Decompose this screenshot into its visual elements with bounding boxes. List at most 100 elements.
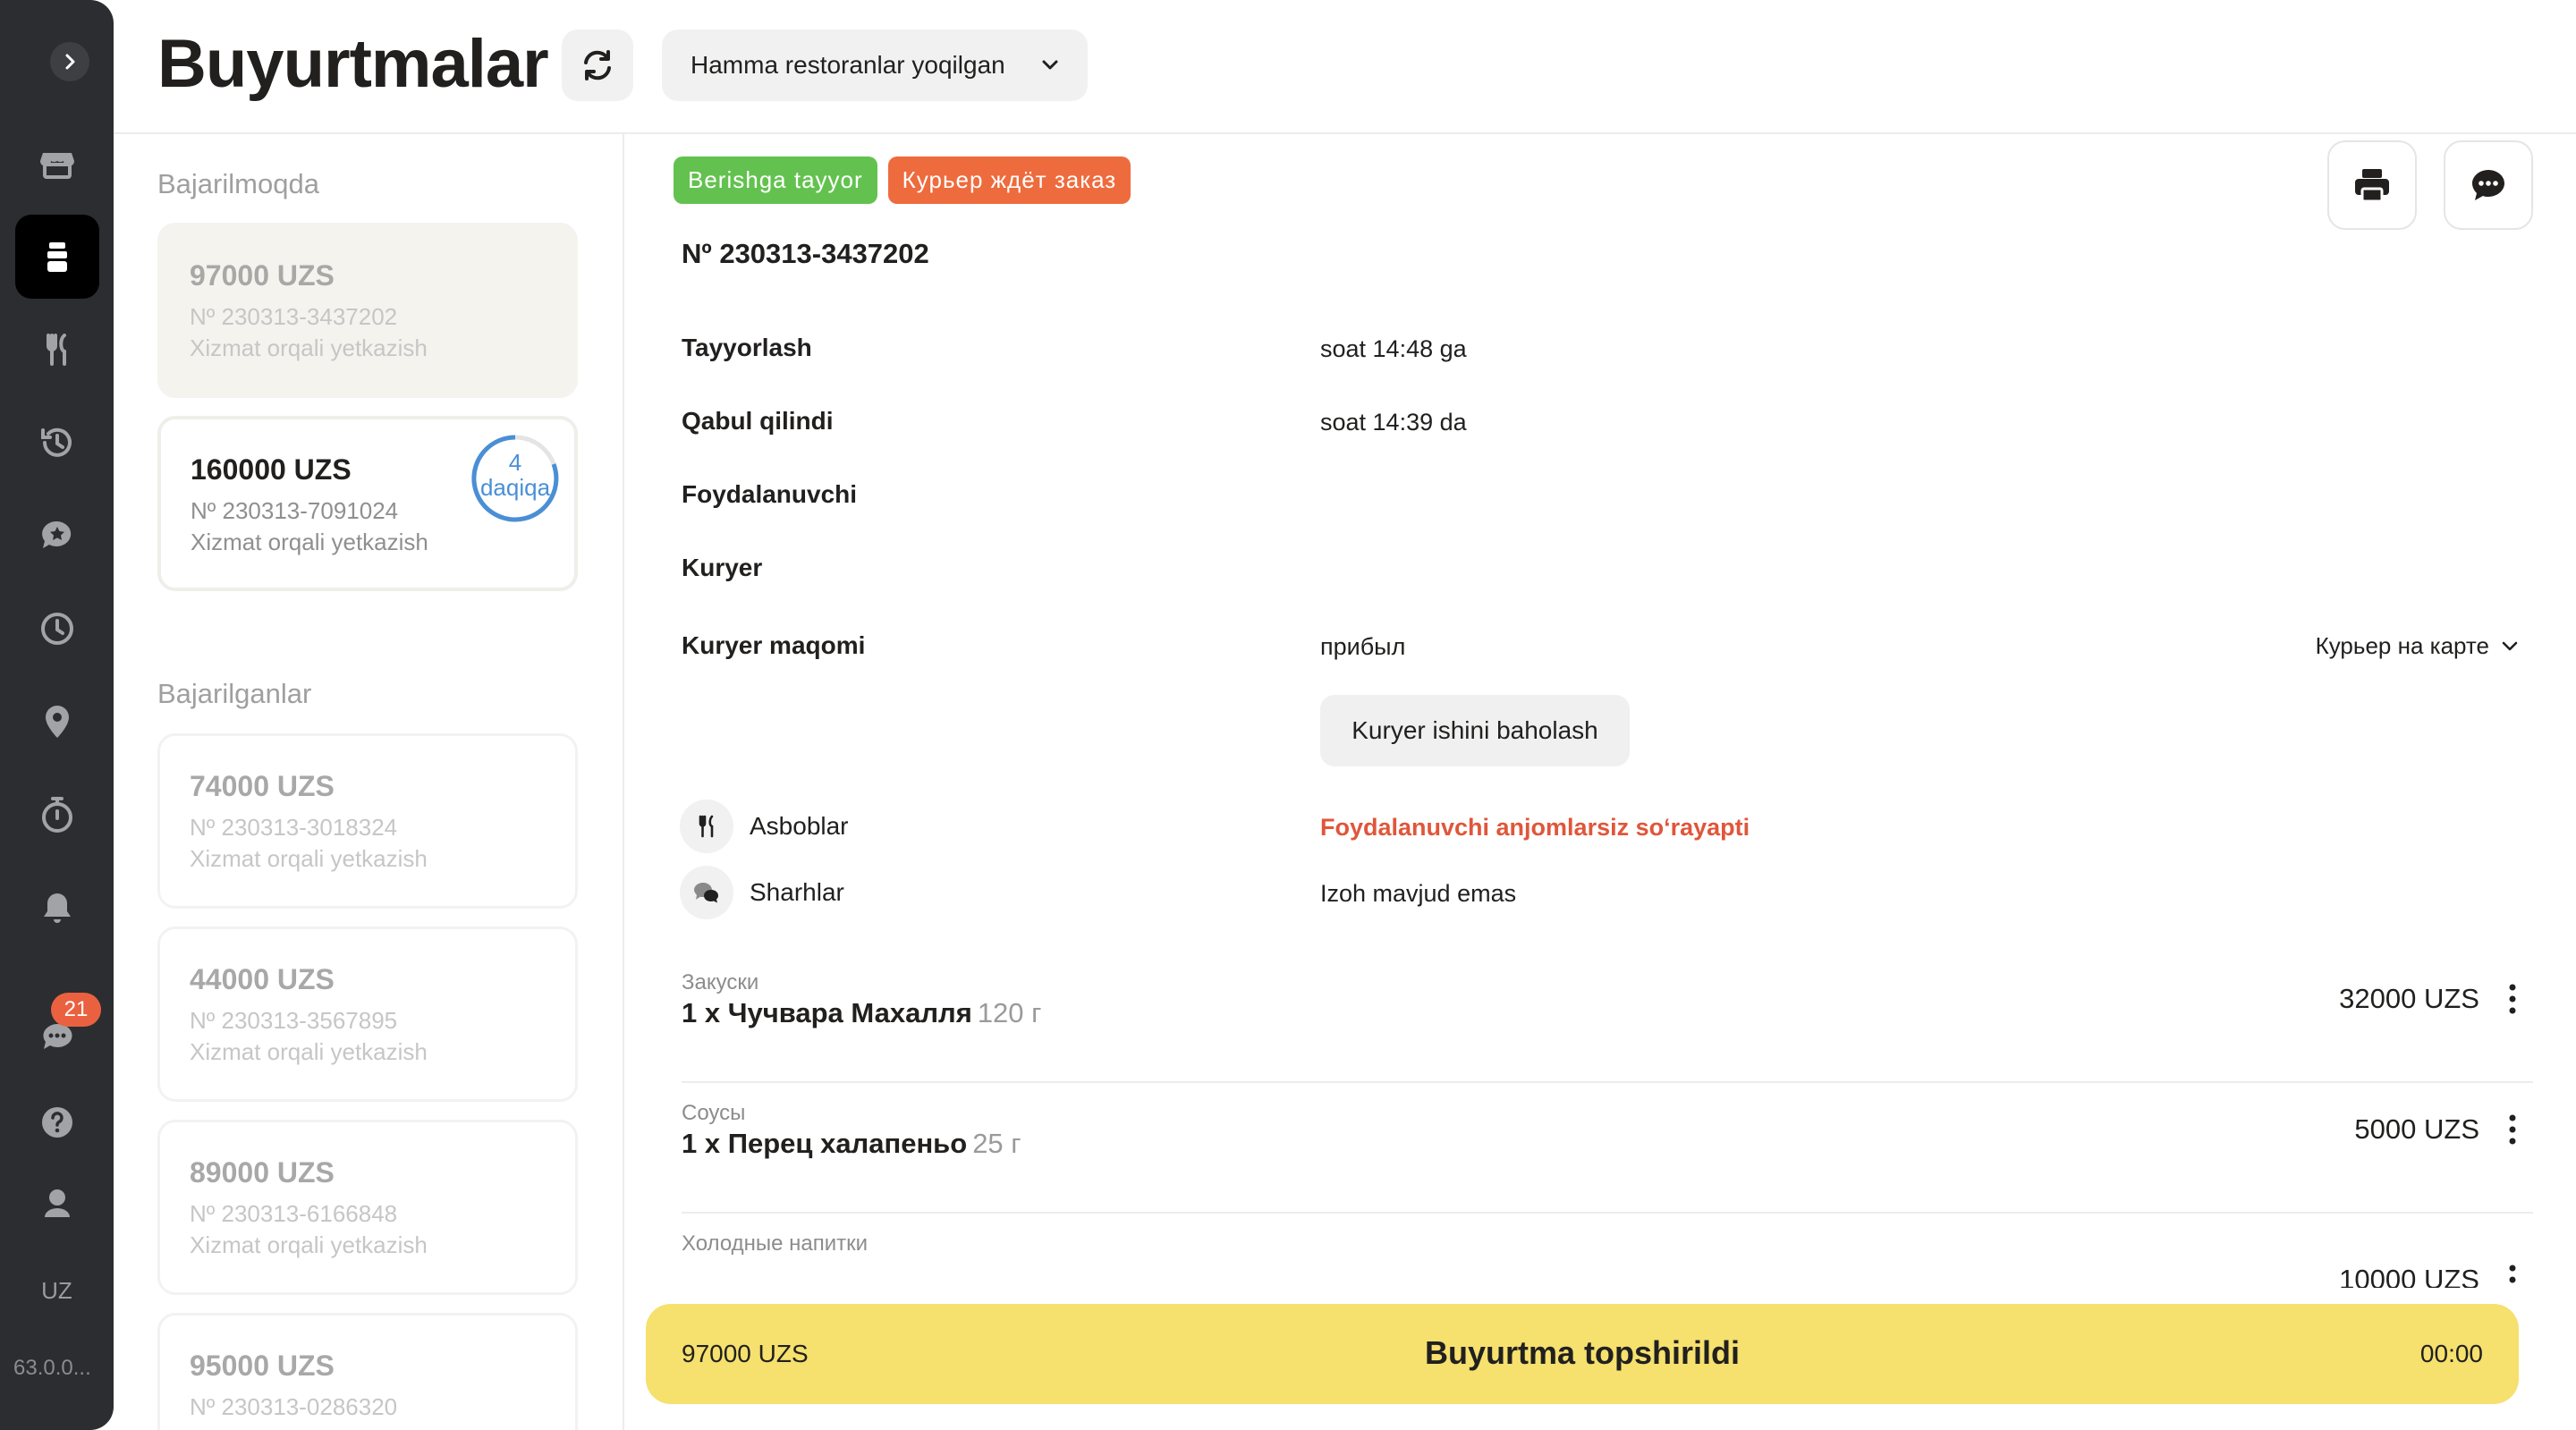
order-card[interactable]: 95000 UZS Nº 230313-0286320 <box>157 1313 578 1430</box>
courier-map-label: Курьер на карте <box>2315 632 2489 659</box>
print-button[interactable] <box>2327 140 2417 230</box>
order-number: Nº 230313-3018324 <box>190 814 398 841</box>
list-item: Закуски 1 x Чучвара Махалля 120 г 32000 U… <box>682 952 2533 1083</box>
item-category: Соусы <box>682 1101 746 1125</box>
sidebar-item-store[interactable] <box>15 122 99 206</box>
prepare-value: soat 14:48 ga <box>1320 335 1467 362</box>
order-handed-over-button[interactable]: 97000 UZS Buyurtma topshirildi 00:00 <box>646 1304 2519 1404</box>
history-icon <box>41 427 72 457</box>
timer-unit: daqiqa <box>479 474 551 501</box>
pin-icon <box>46 706 69 738</box>
chevron-right-icon <box>65 54 75 70</box>
item-price: 5000 UZS <box>2354 1113 2479 1145</box>
courier-map-link[interactable]: Курьер на карте <box>2316 632 2520 660</box>
item-category: Холодные напитки <box>682 1231 869 1256</box>
order-number: Nº 230313-0286320 <box>190 1393 398 1420</box>
courier-status-value: прибыл <box>1320 633 1406 660</box>
delivery-type: Xizmat orqali yetkazish <box>190 1038 428 1065</box>
cutlery-icon-wrap <box>680 800 733 853</box>
cutlery-label: Asboblar <box>750 812 849 840</box>
printer-icon <box>2355 169 2389 203</box>
bell-icon <box>44 893 71 923</box>
in-progress-heading: Bajarilmoqda <box>157 168 319 199</box>
item-price: 32000 UZS <box>2339 983 2479 1014</box>
more-vertical-icon[interactable] <box>2508 1113 2517 1146</box>
chevron-down-icon <box>2502 641 2518 650</box>
status-badge-ready: Berishga tayyor <box>674 157 877 204</box>
delivery-type: Xizmat orqali yetkazish <box>190 1231 428 1258</box>
restaurant-select[interactable]: Hamma restoranlar yoqilgan <box>662 30 1088 101</box>
item-name: 1 x Перец халапеньо <box>682 1128 968 1159</box>
order-number-title: Nº 230313-3437202 <box>682 238 929 269</box>
scroll-fade <box>662 1288 2540 1306</box>
order-card[interactable]: 44000 UZS Nº 230313-3567895 Xizmat orqal… <box>157 927 578 1102</box>
clock-icon <box>41 613 73 645</box>
timer-value: 4 <box>508 449 522 476</box>
order-card[interactable]: 89000 UZS Nº 230313-6166848 Xizmat orqal… <box>157 1120 578 1295</box>
sidebar-item-location[interactable] <box>15 680 99 764</box>
cutlery-value: Foydalanuvchi anjomlarsiz so‘rayapti <box>1320 814 1750 841</box>
more-vertical-icon[interactable] <box>2508 983 2517 1015</box>
sidebar-item-orders[interactable] <box>15 215 99 299</box>
message-icon <box>2472 170 2504 200</box>
page-title: Buyurtmalar <box>157 26 549 102</box>
sidebar-item-reviews[interactable] <box>15 494 99 578</box>
footer-timer: 00:00 <box>2419 1340 2483 1367</box>
order-card[interactable]: 160000 UZS Nº 230313-7091024 Xizmat orqa… <box>157 416 578 591</box>
courier-status-label: Kuryer maqomi <box>682 631 866 659</box>
countdown-timer: 4 daqiqa <box>470 434 560 523</box>
language-switch[interactable]: UZ <box>0 1277 114 1305</box>
order-price: 74000 UZS <box>190 770 335 802</box>
stopwatch-icon <box>42 797 72 833</box>
sidebar-item-support[interactable] <box>15 1161 99 1245</box>
list-item: Соусы 1 x Перец халапеньо 25 г 5000 UZS <box>682 1083 2533 1214</box>
order-number: Nº 230313-3567895 <box>190 1007 398 1034</box>
item-category: Закуски <box>682 970 759 994</box>
delivery-type: Xizmat orqali yetkazish <box>190 334 428 361</box>
chat-unread-badge: 21 <box>51 993 101 1027</box>
column-divider <box>623 134 624 1430</box>
sidebar-item-schedule[interactable] <box>15 587 99 671</box>
chat-button[interactable] <box>2444 140 2533 230</box>
delivery-type: Xizmat orqali yetkazish <box>191 529 428 555</box>
sidebar: 21 UZ 63.0.0... <box>0 0 114 1430</box>
order-price: 95000 UZS <box>190 1350 335 1382</box>
refresh-button[interactable] <box>562 30 633 101</box>
order-card[interactable]: 74000 UZS Nº 230313-3018324 Xizmat orqal… <box>157 733 578 909</box>
fork-knife-icon <box>699 815 714 838</box>
item-weight: 25 г <box>972 1128 1021 1159</box>
sidebar-item-notifications[interactable] <box>15 866 99 950</box>
sidebar-item-menu[interactable] <box>15 308 99 392</box>
fork-knife-icon <box>47 334 66 366</box>
sidebar-item-help[interactable] <box>15 1080 99 1164</box>
footer-action-label: Buyurtma topshirildi <box>1424 1334 1741 1371</box>
user-label: Foydalanuvchi <box>682 480 858 508</box>
comments-value: Izoh mavjud emas <box>1320 880 1517 907</box>
completed-heading: Bajarilganlar <box>157 678 312 709</box>
courier-label: Kuryer <box>682 554 763 581</box>
delivery-type: Xizmat orqali yetkazish <box>190 845 428 872</box>
refresh-icon <box>584 50 611 80</box>
comments-label: Sharhlar <box>750 878 844 906</box>
accepted-value: soat 14:39 da <box>1320 409 1467 436</box>
order-number: Nº 230313-6166848 <box>190 1200 398 1227</box>
reviews-icon <box>42 520 72 548</box>
restaurant-select-value: Hamma restoranlar yoqilgan <box>691 51 1005 79</box>
order-number: Nº 230313-3437202 <box>190 303 398 330</box>
order-card[interactable]: 97000 UZS Nº 230313-3437202 Xizmat orqal… <box>157 223 578 398</box>
prepare-label: Tayyorlash <box>682 334 812 361</box>
comments-icon <box>694 883 718 903</box>
item-weight: 120 г <box>977 997 1042 1028</box>
orders-icon <box>47 242 67 272</box>
item-name: 1 x Чучвара Махалля <box>682 997 972 1028</box>
sidebar-item-history[interactable] <box>15 401 99 485</box>
help-icon <box>42 1107 72 1138</box>
status-tags: Berishga tayyor Курьер ждёт заказ <box>674 157 1131 204</box>
status-badge-courier-waiting: Курьер ждёт заказ <box>887 157 1131 204</box>
sidebar-expand-button[interactable] <box>50 42 89 81</box>
rate-courier-button[interactable]: Kuryer ishini baholash <box>1320 695 1630 766</box>
store-icon <box>40 153 74 179</box>
comments-icon-wrap <box>680 866 733 919</box>
order-list: Bajarilmoqda 97000 UZS Nº 230313-3437202… <box>114 134 623 1430</box>
sidebar-item-timer[interactable] <box>15 773 99 857</box>
